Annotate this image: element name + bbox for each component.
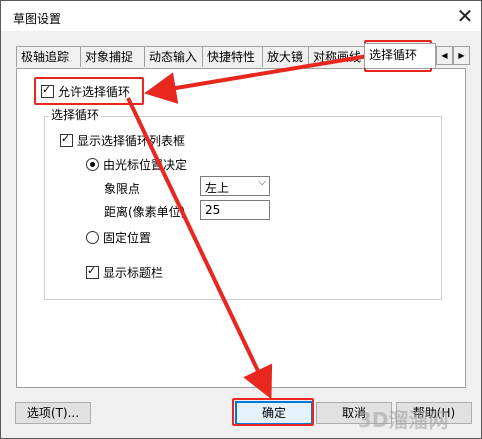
watermark-logo: 3D溜溜网 — [358, 408, 449, 432]
arrow-checkbox-to-ok — [126, 97, 273, 400]
tab-selection-cycling[interactable]: 选择循环 — [364, 43, 436, 68]
arrow-tab-to-checkbox — [144, 54, 369, 104]
